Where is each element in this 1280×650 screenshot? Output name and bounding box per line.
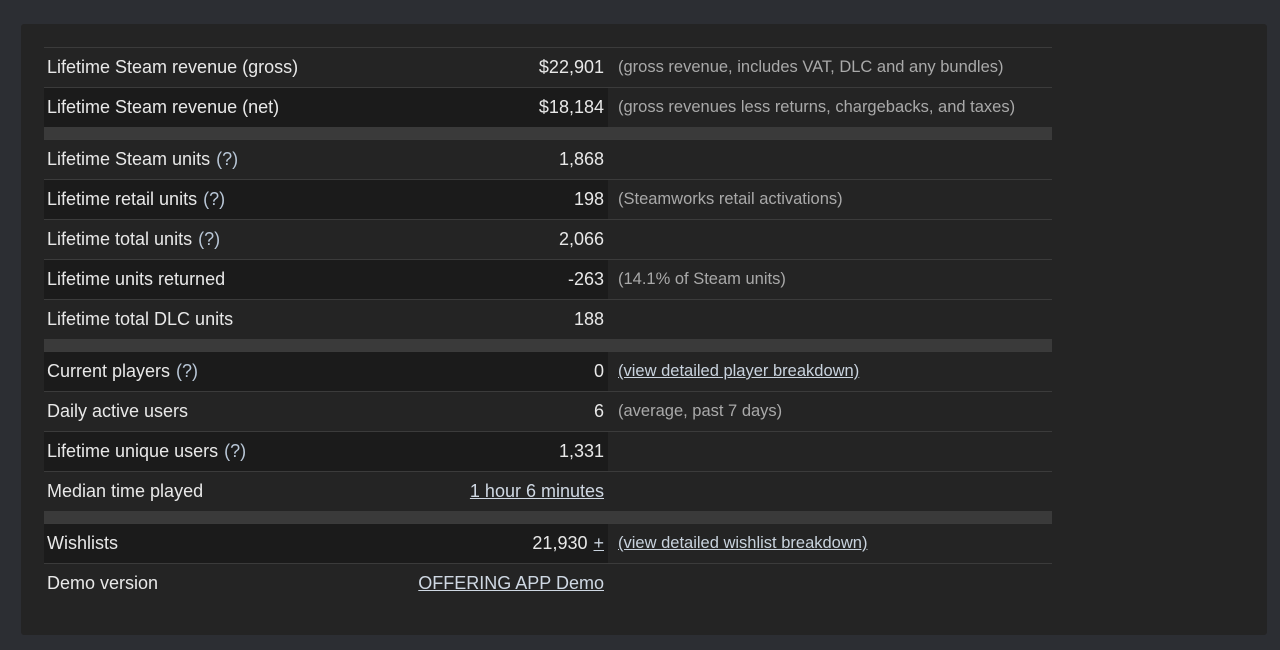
row-total-units: Lifetime total units (?) 2,066 xyxy=(44,220,1052,260)
label-daily-active: Daily active users xyxy=(47,401,189,421)
value-median-time: 1 hour 6 minutes xyxy=(394,472,608,511)
value-steam-units: 1,868 xyxy=(558,149,604,169)
label-revenue-net: Lifetime Steam revenue (net) xyxy=(44,88,394,127)
row-unique-users: Lifetime unique users (?) 1,331 xyxy=(44,432,1052,472)
row-current-players: Current players (?) 0 (view detailed pla… xyxy=(44,352,1052,392)
label-units-returned: Lifetime units returned xyxy=(44,260,394,299)
section-divider xyxy=(44,339,1052,351)
label-unique-users: Lifetime unique users (?) xyxy=(44,432,394,471)
label-steam-units-text: Lifetime Steam units xyxy=(47,149,211,169)
value-unique-users: 1,331 xyxy=(394,432,608,471)
value-daily-active: 6 xyxy=(593,401,604,421)
note-steam-units xyxy=(608,140,1052,179)
note-revenue-net: (gross revenues less returns, chargeback… xyxy=(618,98,1016,116)
note-total-units xyxy=(608,220,1052,259)
value-revenue-net: $18,184 xyxy=(394,88,608,127)
label-total-units: Lifetime total units (?) xyxy=(44,220,394,259)
section-divider xyxy=(44,511,1052,523)
value-demo-version: OFFERING APP Demo xyxy=(394,564,608,603)
label-demo-version: Demo version xyxy=(47,573,159,593)
row-retail-units: Lifetime retail units (?) 198 (Steamwork… xyxy=(44,180,1052,220)
help-steam-units[interactable]: (?) xyxy=(216,149,238,170)
players-group: Current players (?) 0 (view detailed pla… xyxy=(44,351,1052,511)
row-median-time: Median time played 1 hour 6 minutes xyxy=(44,472,1052,511)
revenue-group: Lifetime Steam revenue (gross) $22,901 (… xyxy=(44,47,1052,127)
row-demo-version: Demo version OFFERING APP Demo xyxy=(44,564,1052,603)
wishlists-count: 21,930 xyxy=(532,533,588,553)
wishlist-breakdown-link[interactable]: (view detailed wishlist breakdown) xyxy=(618,534,867,553)
label-retail-units: Lifetime retail units (?) xyxy=(44,180,394,219)
row-revenue-gross: Lifetime Steam revenue (gross) $22,901 (… xyxy=(44,48,1052,88)
value-revenue-gross: $22,901 xyxy=(538,57,604,77)
label-retail-units-text: Lifetime retail units xyxy=(47,189,198,209)
row-units-returned: Lifetime units returned -263 (14.1% of S… xyxy=(44,260,1052,300)
help-unique-users[interactable]: (?) xyxy=(224,441,246,462)
row-wishlists: Wishlists 21,930 + (view detailed wishli… xyxy=(44,524,1052,564)
note-retail-units: (Steamworks retail activations) xyxy=(618,190,843,208)
value-total-units: 2,066 xyxy=(558,229,604,249)
row-steam-units: Lifetime Steam units (?) 1,868 xyxy=(44,140,1052,180)
note-demo-version xyxy=(608,564,1052,603)
median-time-link[interactable]: 1 hour 6 minutes xyxy=(470,481,604,502)
value-dlc-units: 188 xyxy=(573,309,604,329)
help-current-players[interactable]: (?) xyxy=(176,361,198,382)
stats-table: Lifetime Steam revenue (gross) $22,901 (… xyxy=(44,47,1052,603)
section-divider xyxy=(44,127,1052,139)
row-dlc-units: Lifetime total DLC units 188 xyxy=(44,300,1052,339)
help-retail-units[interactable]: (?) xyxy=(203,189,225,210)
note-dlc-units xyxy=(608,300,1052,339)
value-current-players: 0 xyxy=(394,352,608,391)
note-wishlists: (view detailed wishlist breakdown) xyxy=(608,524,1052,563)
label-revenue-gross: Lifetime Steam revenue (gross) xyxy=(47,57,299,77)
label-dlc-units: Lifetime total DLC units xyxy=(47,309,234,329)
note-revenue-gross: (gross revenue, includes VAT, DLC and an… xyxy=(618,58,1004,76)
note-unique-users xyxy=(608,432,1052,471)
row-revenue-net: Lifetime Steam revenue (net) $18,184 (gr… xyxy=(44,88,1052,127)
note-daily-active: (average, past 7 days) xyxy=(618,402,783,420)
label-wishlists: Wishlists xyxy=(44,524,394,563)
demo-version-link[interactable]: OFFERING APP Demo xyxy=(418,573,604,594)
label-current-players: Current players (?) xyxy=(44,352,394,391)
row-daily-active: Daily active users 6 (average, past 7 da… xyxy=(44,392,1052,432)
note-units-returned: (14.1% of Steam units) xyxy=(618,270,786,288)
label-median-time: Median time played xyxy=(47,481,204,501)
wishlist-group: Wishlists 21,930 + (view detailed wishli… xyxy=(44,523,1052,603)
wishlist-expand-button[interactable]: + xyxy=(593,533,604,554)
value-units-returned: -263 xyxy=(394,260,608,299)
units-group: Lifetime Steam units (?) 1,868 Lifetime … xyxy=(44,139,1052,339)
label-current-players-text: Current players xyxy=(47,361,171,381)
label-unique-users-text: Lifetime unique users xyxy=(47,441,219,461)
value-retail-units: 198 xyxy=(394,180,608,219)
note-median-time xyxy=(608,472,1052,511)
help-total-units[interactable]: (?) xyxy=(198,229,220,250)
label-total-units-text: Lifetime total units xyxy=(47,229,193,249)
label-steam-units: Lifetime Steam units (?) xyxy=(44,140,394,179)
value-wishlists: 21,930 + xyxy=(394,524,608,563)
player-breakdown-link[interactable]: (view detailed player breakdown) xyxy=(618,362,859,381)
note-current-players: (view detailed player breakdown) xyxy=(608,352,1052,391)
